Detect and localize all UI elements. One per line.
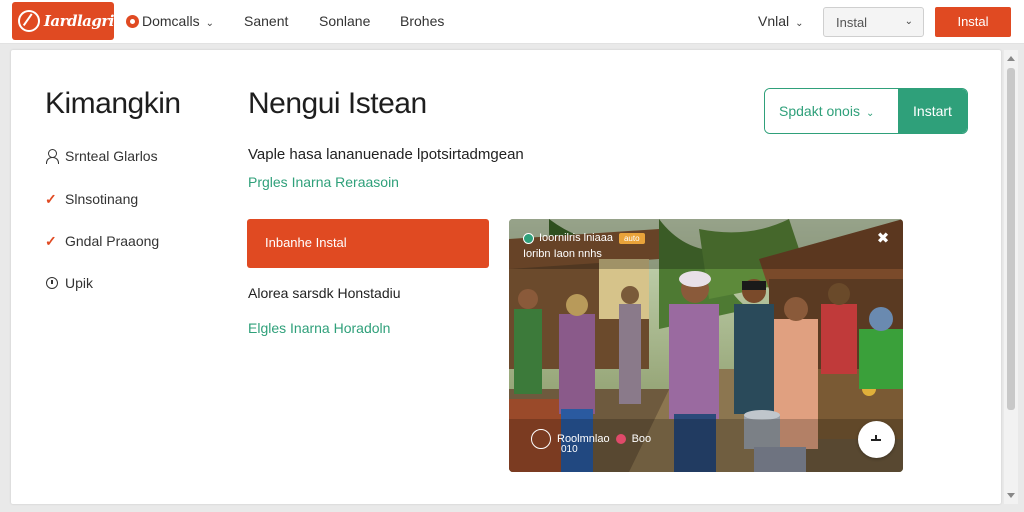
secondary-text: Alorea sarsdk Honstadiu (248, 285, 401, 301)
install-select-value: Instal (836, 15, 868, 30)
language-label: Vnlal (758, 13, 790, 29)
video-title-bar: Ioornilris lniaaa auto (523, 232, 645, 244)
logo-text: Iardlagri (43, 12, 115, 30)
sidebar-title: Kimangkin (45, 87, 181, 120)
video-badge: auto (618, 232, 645, 244)
nav-item-label: Domcalls (142, 13, 200, 29)
clock-icon (45, 276, 59, 290)
globe-icon (126, 15, 139, 28)
page-title: Nengui Istean (248, 87, 427, 120)
video-time: 010 (561, 444, 578, 455)
scroll-down-icon[interactable] (1007, 493, 1015, 498)
resource-link-secondary[interactable]: Elgles Inarna Horadoln (248, 320, 390, 336)
scroll-up-icon[interactable] (1007, 56, 1015, 61)
sidebar-item-label: Gndal Praaong (65, 233, 160, 249)
live-indicator-icon (523, 232, 534, 244)
page-description: Vaple hasa lananuenade lpotsirtadmgean (248, 146, 524, 163)
resource-link-primary[interactable]: Prgles Inarna Reraasoin (248, 174, 399, 190)
sidebar-item-label: Srnteal Glarlos (65, 148, 158, 164)
nav-item-sanent[interactable]: Sanent (244, 13, 288, 29)
sidebar-item-upik[interactable]: Upik (45, 275, 93, 291)
video-caption-suffix: Boo (631, 433, 652, 445)
chevron-down-icon: ⌄ (795, 18, 804, 29)
split-install-button: Spdakt onois ⌄ Instart (764, 88, 968, 134)
scroll-thumb[interactable] (1007, 68, 1015, 410)
sidebar-item-label: Slnsotinang (65, 191, 139, 207)
top-install-button[interactable]: Instal (935, 7, 1011, 37)
language-menu[interactable]: Vnlal ⌄ (758, 13, 804, 29)
nav-item-sonlane[interactable]: Sonlane (319, 13, 370, 29)
nav-item-brohes[interactable]: Brohes (400, 13, 444, 29)
chevron-down-icon: ⌄ (865, 108, 875, 119)
video-caption-bar: Roolmnlao Boo (531, 429, 651, 449)
video-subtitle: Ioribn Iaon nnhs (523, 248, 602, 260)
logo-mark-icon (18, 10, 40, 32)
sidebar-item-slnsotinang[interactable]: ✓ Slnsotinang (45, 191, 138, 207)
chevron-down-icon: ⌄ (205, 18, 214, 29)
sidebar-item-gndal-praaong[interactable]: ✓ Gndal Praaong (45, 233, 159, 249)
play-icon[interactable] (858, 421, 895, 458)
version-select-label: Spdakt onois (779, 103, 860, 119)
top-navigation-bar: Iardlagri Domcalls ⌄ Sanent Sonlane Brohe… (0, 0, 1024, 44)
replay-icon[interactable] (531, 429, 551, 449)
vertical-scrollbar[interactable] (1004, 50, 1018, 504)
install-select[interactable]: Instal ⌄ (823, 7, 924, 37)
record-icon (615, 434, 626, 444)
collapse-icon[interactable]: ✖ (875, 231, 891, 247)
check-icon: ✓ (45, 191, 57, 207)
nav-item-domcalls[interactable]: Domcalls ⌄ (126, 13, 214, 29)
sidebar-item-label: Upik (65, 275, 94, 291)
video-title: Ioornilris lniaaa (539, 232, 613, 244)
video-player[interactable]: Ioornilris lniaaa auto Ioribn Iaon nnhs … (509, 219, 903, 472)
user-icon (45, 149, 59, 164)
primary-install-button[interactable]: Inbanhe Instal (247, 219, 489, 268)
chevron-down-icon: ⌄ (904, 16, 913, 27)
version-select[interactable]: Spdakt onois ⌄ (765, 89, 898, 133)
sidebar-item-srnteal-glarlos[interactable]: Srnteal Glarlos (45, 148, 158, 164)
split-install-action[interactable]: Instart (898, 89, 967, 133)
brand-logo[interactable]: Iardlagri (12, 2, 115, 40)
check-icon: ✓ (45, 233, 57, 249)
